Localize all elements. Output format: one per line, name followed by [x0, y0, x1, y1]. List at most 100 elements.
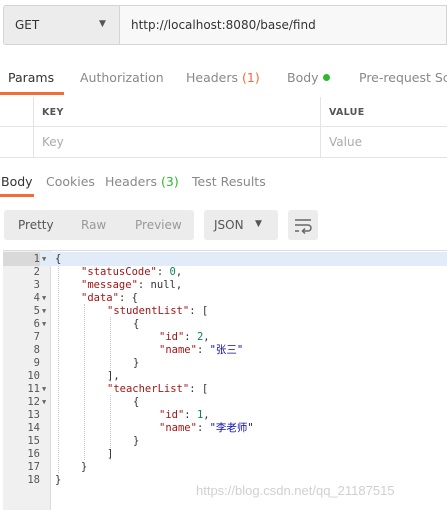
code-line: 11 ▼ "teacherList": [	[3, 382, 447, 396]
code-line: 2 "statusCode": 0,	[3, 265, 447, 279]
response-tab-headers[interactable]: Headers (3)	[105, 174, 179, 189]
code-line: 14 "name": "李老师"	[3, 421, 447, 435]
code-line: 9}	[3, 356, 447, 370]
code-token: {	[133, 396, 140, 408]
fold-arrow-icon[interactable]: ▼	[42, 395, 50, 409]
url-text: http://localhost:8080/base/find	[131, 18, 316, 32]
code-token: "张三"	[209, 344, 244, 356]
format-select-label: JSON	[214, 218, 244, 232]
code-line: 4 ▼ "data": {	[3, 291, 447, 305]
code-token: {	[55, 253, 62, 265]
key-placeholder: Key	[42, 135, 64, 149]
code-text: ],	[107, 369, 120, 383]
line-number: 14	[27, 422, 40, 434]
value-header: VALUE	[329, 107, 365, 118]
code-token: : [	[189, 305, 209, 317]
pretty-button[interactable]: Pretty	[18, 218, 54, 232]
code-line: 15}	[3, 434, 447, 448]
code-token: ,	[175, 266, 183, 278]
tab-label: Body	[1, 174, 33, 189]
status-dot-icon	[322, 74, 330, 81]
response-tab-cookies[interactable]: Cookies	[46, 174, 95, 189]
code-token: ],	[107, 370, 120, 382]
code-token: ,	[203, 409, 210, 421]
value-input[interactable]: Value	[321, 127, 447, 157]
code-token: : null,	[137, 279, 183, 291]
view-mode-group: Pretty Raw Preview	[4, 210, 194, 240]
tab-label: Test Results	[192, 174, 266, 189]
tab-label: Pre-request Scri	[359, 70, 447, 85]
key-input[interactable]: Key	[34, 127, 321, 157]
params-header-row: KEY VALUE	[0, 97, 447, 127]
code-token: "id"	[159, 331, 185, 343]
code-line: 5 ▼ "studentList": [	[3, 304, 447, 318]
code-text: }	[55, 473, 61, 487]
code-token: "李老师"	[209, 422, 254, 434]
code-text: "statusCode": 0,	[81, 265, 182, 279]
code-token: {	[133, 318, 140, 330]
code-token: "statusCode"	[81, 266, 157, 278]
line-number: 6	[33, 318, 40, 330]
line-number: 3	[33, 279, 40, 291]
code-token: ,	[203, 331, 210, 343]
code-text: }	[133, 434, 139, 448]
code-text: "data": {	[81, 291, 138, 305]
fold-arrow-icon[interactable]: ▼	[42, 291, 50, 305]
response-tab-test-results[interactable]: Test Results	[192, 174, 266, 189]
preview-button[interactable]: Preview	[135, 218, 182, 232]
code-text: {	[133, 317, 139, 331]
tab-label: Cookies	[46, 174, 95, 189]
line-number: 4	[33, 292, 40, 304]
code-text: }	[81, 460, 87, 474]
code-token: "name"	[159, 344, 197, 356]
value-header-cell: VALUE	[321, 97, 447, 126]
line-number: 2	[33, 266, 40, 278]
response-body-editor[interactable]: 1 ▼{2 "statusCode": 0, 3 "message": null, 4 ▼ "…	[3, 250, 447, 510]
tab-count: (3)	[161, 174, 179, 189]
url-input[interactable]: http://localhost:8080/base/find	[120, 5, 447, 45]
code-line: 17}	[3, 460, 447, 474]
code-line: 1 ▼ {	[3, 252, 447, 266]
fold-arrow-icon[interactable]: ▼	[42, 382, 50, 396]
line-number: 18	[27, 474, 40, 486]
value-placeholder: Value	[329, 135, 362, 149]
code-text: "id": 1,	[159, 408, 210, 422]
fold-arrow-icon[interactable]: ▼	[42, 317, 50, 331]
code-token: }	[55, 474, 62, 486]
code-token: "id"	[159, 409, 185, 421]
format-select[interactable]: JSON ▼	[204, 210, 278, 240]
method-label: GET	[15, 18, 40, 32]
tab-authorization[interactable]: Authorization	[80, 70, 164, 85]
request-tabs: Params Authorization Headers (1) Body Pr…	[0, 60, 447, 96]
row-checkbox-cell[interactable]	[0, 127, 34, 157]
code-text: ]	[107, 447, 113, 461]
code-token: : [	[189, 383, 209, 395]
tab-label: Params	[8, 70, 55, 85]
raw-button[interactable]: Raw	[81, 218, 106, 232]
fold-arrow-icon[interactable]: ▼	[42, 252, 50, 266]
code-text: {	[55, 252, 61, 266]
tab-pre-request-script[interactable]: Pre-request Scri	[359, 70, 447, 85]
code-token: "teacherList"	[107, 383, 190, 395]
response-tabs: Body Cookies Headers (3) Test Results	[0, 168, 447, 200]
watermark: https://blog.csdn.net/qq_21187515	[196, 483, 395, 498]
tab-label: Headers	[105, 174, 158, 189]
fold-arrow-icon[interactable]: ▼	[42, 304, 50, 318]
tab-params[interactable]: Params	[8, 70, 54, 85]
code-text: }	[133, 356, 139, 370]
response-tab-body[interactable]: Body	[1, 174, 33, 189]
code-token: :	[184, 409, 197, 421]
tab-body[interactable]: Body	[287, 70, 330, 85]
method-select[interactable]: GET ▼	[3, 5, 120, 45]
code-line: 7 "id": 2,	[3, 330, 447, 344]
active-tab-indicator	[0, 92, 64, 95]
line-number: 13	[27, 409, 40, 421]
wrap-lines-button[interactable]	[288, 210, 318, 240]
tab-headers[interactable]: Headers (1)	[186, 70, 260, 85]
code-text: "name": "李老师"	[159, 421, 254, 435]
code-token: :	[156, 266, 170, 278]
line-number: 1	[3, 252, 40, 266]
code-text: "teacherList": [	[107, 382, 208, 396]
code-token: : {	[118, 292, 138, 304]
code-line: 13 "id": 1,	[3, 408, 447, 422]
